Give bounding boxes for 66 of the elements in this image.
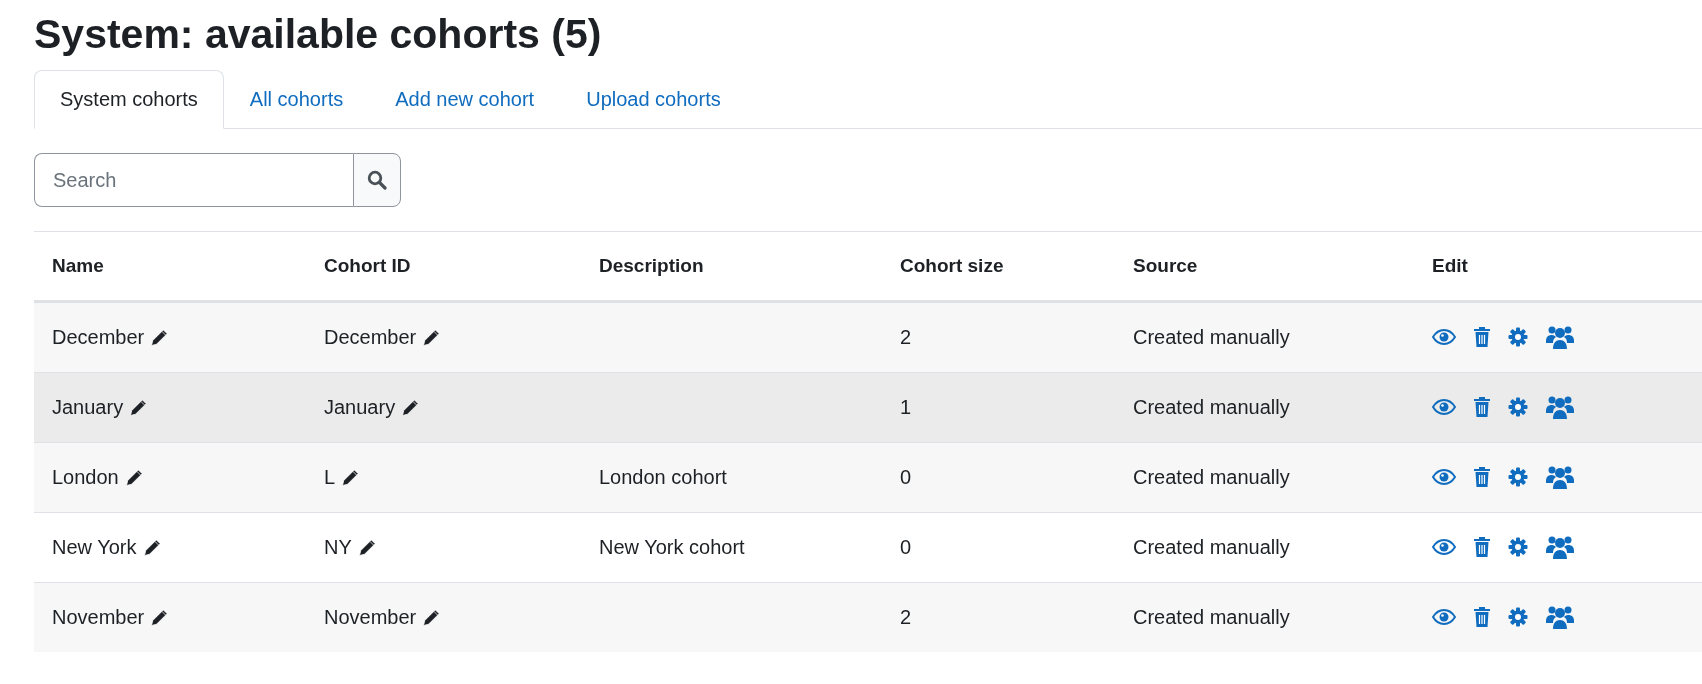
gear-icon[interactable] xyxy=(1508,537,1528,557)
gear-icon[interactable] xyxy=(1508,607,1528,627)
users-icon[interactable] xyxy=(1546,395,1574,419)
table-cell: Created manually xyxy=(1133,466,1290,488)
table-cell: 2 xyxy=(900,606,912,628)
pencil-icon[interactable] xyxy=(149,607,170,628)
trash-icon[interactable] xyxy=(1474,607,1490,627)
gear-icon[interactable] xyxy=(1508,397,1528,417)
table-cell: London cohort xyxy=(599,466,727,488)
column-header: Name xyxy=(52,255,104,276)
gear-icon[interactable] xyxy=(1508,467,1528,487)
table-cell: 0 xyxy=(900,466,912,488)
eye-icon[interactable] xyxy=(1432,609,1456,625)
eye-icon[interactable] xyxy=(1432,539,1456,555)
pencil-icon[interactable] xyxy=(421,607,442,628)
gear-icon[interactable] xyxy=(1508,327,1528,347)
users-icon[interactable] xyxy=(1546,535,1574,559)
search-button[interactable] xyxy=(353,153,401,207)
table-cell: New York cohort xyxy=(599,536,745,558)
column-header: Description xyxy=(599,255,704,276)
table-cell: November xyxy=(324,606,417,629)
pencil-icon[interactable] xyxy=(123,467,144,488)
eye-icon[interactable] xyxy=(1432,469,1456,485)
table-cell: January xyxy=(324,396,396,419)
table-cell: New York xyxy=(52,536,137,559)
table-cell: December xyxy=(52,326,145,349)
table-cell: 0 xyxy=(900,536,912,558)
column-header: Edit xyxy=(1432,255,1468,276)
search-icon xyxy=(367,170,387,190)
column-header: Cohort size xyxy=(900,255,1004,276)
eye-icon[interactable] xyxy=(1432,329,1456,345)
eye-icon[interactable] xyxy=(1432,399,1456,415)
pencil-icon[interactable] xyxy=(340,467,361,488)
table-cell: Created manually xyxy=(1133,606,1290,628)
trash-icon[interactable] xyxy=(1474,327,1490,347)
pencil-icon[interactable] xyxy=(421,327,442,348)
table-cell: L xyxy=(324,466,336,489)
table-cell: NY xyxy=(324,536,352,559)
table-cell: Created manually xyxy=(1133,536,1290,558)
table-cell: London xyxy=(52,466,119,489)
column-header: Source xyxy=(1133,255,1198,276)
pencil-icon[interactable] xyxy=(149,327,170,348)
pencil-icon[interactable] xyxy=(141,537,162,558)
users-icon[interactable] xyxy=(1546,605,1574,629)
tab[interactable]: Add new cohort xyxy=(369,70,561,129)
page-title: System: available cohorts (5) xyxy=(34,10,602,58)
table-cell: November xyxy=(52,606,145,629)
table-cell: 2 xyxy=(900,326,912,348)
users-icon[interactable] xyxy=(1546,465,1574,489)
pencil-icon[interactable] xyxy=(128,397,149,418)
pencil-icon[interactable] xyxy=(400,397,421,418)
table-cell: January xyxy=(52,396,124,419)
tab[interactable]: System cohorts xyxy=(34,70,224,129)
column-header: Cohort ID xyxy=(324,255,411,276)
pencil-icon[interactable] xyxy=(356,537,377,558)
trash-icon[interactable] xyxy=(1474,397,1490,417)
trash-icon[interactable] xyxy=(1474,467,1490,487)
table-cell: Created manually xyxy=(1133,396,1290,418)
trash-icon[interactable] xyxy=(1474,537,1490,557)
table-cell: December xyxy=(324,326,417,349)
users-icon[interactable] xyxy=(1546,325,1574,349)
tab[interactable]: All cohorts xyxy=(223,70,370,129)
table-cell: 1 xyxy=(900,396,912,418)
table-cell: Created manually xyxy=(1133,326,1290,348)
tab[interactable]: Upload cohorts xyxy=(560,70,747,129)
search-field[interactable]: Search xyxy=(34,153,353,207)
